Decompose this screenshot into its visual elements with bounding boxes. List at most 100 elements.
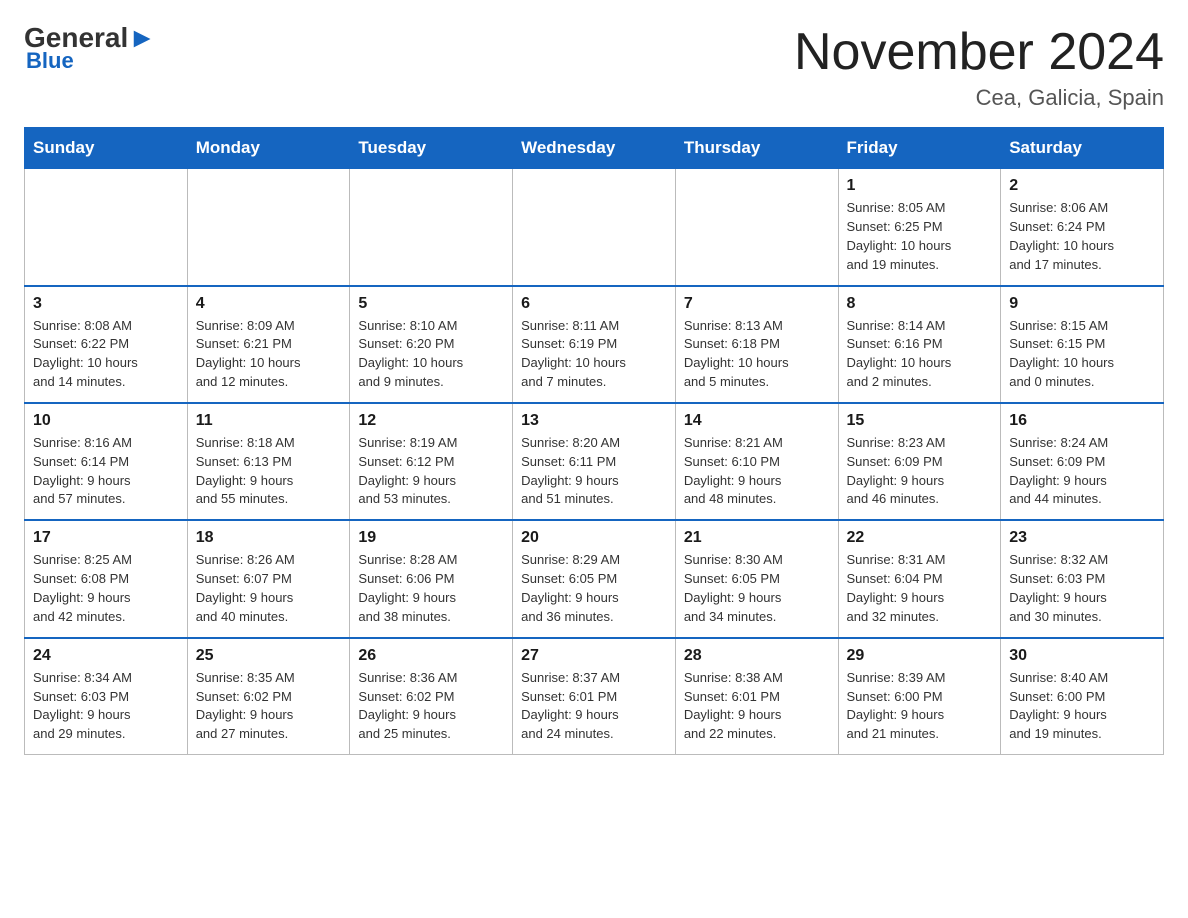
day-number: 19 [358,529,504,547]
logo-triangle-icon: ► [128,22,156,53]
day-info: Sunrise: 8:30 AMSunset: 6:05 PMDaylight:… [684,551,830,626]
day-info: Sunrise: 8:10 AMSunset: 6:20 PMDaylight:… [358,317,504,392]
calendar-cell: 21 Sunrise: 8:30 AMSunset: 6:05 PMDayligh… [675,520,838,637]
day-info: Sunrise: 8:05 AMSunset: 6:25 PMDaylight:… [847,199,993,274]
calendar-cell: 17 Sunrise: 8:25 AMSunset: 6:08 PMDayligh… [25,520,188,637]
day-number: 28 [684,647,830,665]
weekday-header-saturday: Saturday [1001,128,1164,169]
day-number: 17 [33,529,179,547]
calendar-cell: 26 Sunrise: 8:36 AMSunset: 6:02 PMDayligh… [350,638,513,755]
calendar-cell: 14 Sunrise: 8:21 AMSunset: 6:10 PMDayligh… [675,403,838,520]
day-number: 3 [33,295,179,313]
day-info: Sunrise: 8:39 AMSunset: 6:00 PMDaylight:… [847,669,993,744]
calendar-week-row: 3 Sunrise: 8:08 AMSunset: 6:22 PMDaylight… [25,286,1164,403]
day-info: Sunrise: 8:13 AMSunset: 6:18 PMDaylight:… [684,317,830,392]
page-header: General► Blue November 2024 Cea, Galicia… [24,24,1164,111]
calendar-cell: 9Sunrise: 8:15 AMSunset: 6:15 PMDaylight… [1001,286,1164,403]
calendar-cell: 8 Sunrise: 8:14 AMSunset: 6:16 PMDaylight… [838,286,1001,403]
day-number: 26 [358,647,504,665]
day-info: Sunrise: 8:26 AMSunset: 6:07 PMDaylight:… [196,551,342,626]
day-number: 16 [1009,412,1155,430]
day-number: 30 [1009,647,1155,665]
calendar-cell [675,169,838,286]
calendar-cell: 28 Sunrise: 8:38 AMSunset: 6:01 PMDayligh… [675,638,838,755]
calendar-cell [187,169,350,286]
day-info: Sunrise: 8:20 AMSunset: 6:11 PMDaylight:… [521,434,667,509]
day-number: 4 [196,295,342,313]
day-number: 15 [847,412,993,430]
day-number: 18 [196,529,342,547]
calendar-cell: 27 Sunrise: 8:37 AMSunset: 6:01 PMDayligh… [513,638,676,755]
calendar-cell: 22Sunrise: 8:31 AMSunset: 6:04 PMDayligh… [838,520,1001,637]
day-info: Sunrise: 8:37 AMSunset: 6:01 PMDaylight:… [521,669,667,744]
calendar-cell: 19 Sunrise: 8:28 AMSunset: 6:06 PMDayligh… [350,520,513,637]
calendar-cell: 13 Sunrise: 8:20 AMSunset: 6:11 PMDayligh… [513,403,676,520]
day-number: 25 [196,647,342,665]
calendar-cell: 16 Sunrise: 8:24 AMSunset: 6:09 PMDayligh… [1001,403,1164,520]
calendar-cell [25,169,188,286]
calendar-week-row: 24 Sunrise: 8:34 AMSunset: 6:03 PMDayligh… [25,638,1164,755]
calendar-subtitle: Cea, Galicia, Spain [794,85,1164,111]
day-info: Sunrise: 8:25 AMSunset: 6:08 PMDaylight:… [33,551,179,626]
day-number: 27 [521,647,667,665]
calendar-cell: 5Sunrise: 8:10 AMSunset: 6:20 PMDaylight… [350,286,513,403]
day-info: Sunrise: 8:06 AMSunset: 6:24 PMDaylight:… [1009,199,1155,274]
day-number: 2 [1009,177,1155,195]
calendar-cell: 12 Sunrise: 8:19 AMSunset: 6:12 PMDayligh… [350,403,513,520]
calendar-cell: 11 Sunrise: 8:18 AMSunset: 6:13 PMDayligh… [187,403,350,520]
day-info: Sunrise: 8:34 AMSunset: 6:03 PMDaylight:… [33,669,179,744]
weekday-header-thursday: Thursday [675,128,838,169]
day-number: 1 [847,177,993,195]
day-info: Sunrise: 8:32 AMSunset: 6:03 PMDaylight:… [1009,551,1155,626]
calendar-cell: 2 Sunrise: 8:06 AMSunset: 6:24 PMDaylight… [1001,169,1164,286]
day-info: Sunrise: 8:08 AMSunset: 6:22 PMDaylight:… [33,317,179,392]
day-info: Sunrise: 8:36 AMSunset: 6:02 PMDaylight:… [358,669,504,744]
calendar-cell: 7Sunrise: 8:13 AMSunset: 6:18 PMDaylight… [675,286,838,403]
calendar-cell: 6 Sunrise: 8:11 AMSunset: 6:19 PMDaylight… [513,286,676,403]
weekday-header-monday: Monday [187,128,350,169]
day-info: Sunrise: 8:18 AMSunset: 6:13 PMDaylight:… [196,434,342,509]
day-number: 13 [521,412,667,430]
day-info: Sunrise: 8:15 AMSunset: 6:15 PMDaylight:… [1009,317,1155,392]
day-number: 11 [196,412,342,430]
calendar-cell: 15 Sunrise: 8:23 AMSunset: 6:09 PMDayligh… [838,403,1001,520]
day-info: Sunrise: 8:35 AMSunset: 6:02 PMDaylight:… [196,669,342,744]
day-number: 24 [33,647,179,665]
day-number: 10 [33,412,179,430]
day-number: 14 [684,412,830,430]
day-number: 21 [684,529,830,547]
calendar-cell: 4Sunrise: 8:09 AMSunset: 6:21 PMDaylight… [187,286,350,403]
day-number: 6 [521,295,667,313]
day-info: Sunrise: 8:11 AMSunset: 6:19 PMDaylight:… [521,317,667,392]
day-info: Sunrise: 8:19 AMSunset: 6:12 PMDaylight:… [358,434,504,509]
calendar-cell: 18 Sunrise: 8:26 AMSunset: 6:07 PMDayligh… [187,520,350,637]
calendar-cell: 30 Sunrise: 8:40 AMSunset: 6:00 PMDayligh… [1001,638,1164,755]
calendar-cell: 23Sunrise: 8:32 AMSunset: 6:03 PMDayligh… [1001,520,1164,637]
weekday-header-row: SundayMondayTuesdayWednesdayThursdayFrid… [25,128,1164,169]
day-info: Sunrise: 8:38 AMSunset: 6:01 PMDaylight:… [684,669,830,744]
calendar-cell [350,169,513,286]
calendar-cell: 1 Sunrise: 8:05 AMSunset: 6:25 PMDaylight… [838,169,1001,286]
day-info: Sunrise: 8:14 AMSunset: 6:16 PMDaylight:… [847,317,993,392]
day-info: Sunrise: 8:29 AMSunset: 6:05 PMDaylight:… [521,551,667,626]
day-info: Sunrise: 8:31 AMSunset: 6:04 PMDaylight:… [847,551,993,626]
day-info: Sunrise: 8:24 AMSunset: 6:09 PMDaylight:… [1009,434,1155,509]
weekday-header-tuesday: Tuesday [350,128,513,169]
day-info: Sunrise: 8:21 AMSunset: 6:10 PMDaylight:… [684,434,830,509]
day-info: Sunrise: 8:40 AMSunset: 6:00 PMDaylight:… [1009,669,1155,744]
weekday-header-friday: Friday [838,128,1001,169]
calendar-week-row: 10Sunrise: 8:16 AMSunset: 6:14 PMDayligh… [25,403,1164,520]
calendar-week-row: 17 Sunrise: 8:25 AMSunset: 6:08 PMDayligh… [25,520,1164,637]
day-number: 20 [521,529,667,547]
day-number: 8 [847,295,993,313]
logo: General► Blue [24,24,156,74]
weekday-header-sunday: Sunday [25,128,188,169]
calendar-cell: 24 Sunrise: 8:34 AMSunset: 6:03 PMDayligh… [25,638,188,755]
day-info: Sunrise: 8:23 AMSunset: 6:09 PMDaylight:… [847,434,993,509]
calendar-week-row: 1 Sunrise: 8:05 AMSunset: 6:25 PMDaylight… [25,169,1164,286]
day-info: Sunrise: 8:28 AMSunset: 6:06 PMDaylight:… [358,551,504,626]
calendar-table: SundayMondayTuesdayWednesdayThursdayFrid… [24,127,1164,755]
calendar-cell: 29Sunrise: 8:39 AMSunset: 6:00 PMDayligh… [838,638,1001,755]
day-number: 12 [358,412,504,430]
calendar-cell: 20 Sunrise: 8:29 AMSunset: 6:05 PMDayligh… [513,520,676,637]
